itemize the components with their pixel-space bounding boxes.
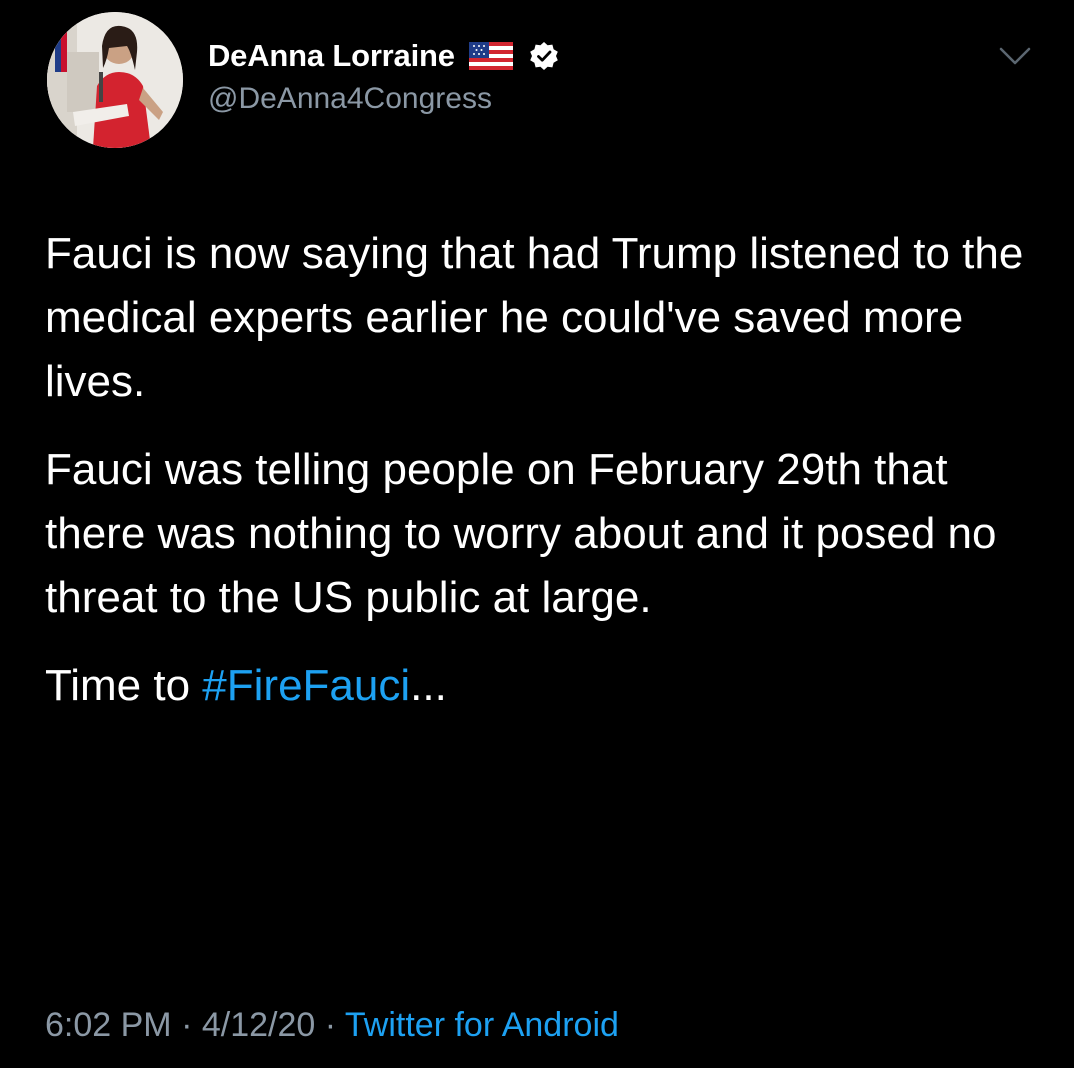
verified-badge-icon (529, 41, 559, 71)
tweet-date[interactable]: 4/12/20 (202, 1006, 315, 1044)
tweet-header: DeAnna Lorraine @DeAnna4Congress (208, 36, 559, 116)
tweet-source-link[interactable]: Twitter for Android (345, 1006, 619, 1044)
hashtag-link[interactable]: #FireFauci (202, 661, 410, 710)
meta-separator: · (315, 1006, 345, 1044)
meta-separator: · (171, 1006, 202, 1044)
avatar[interactable] (47, 12, 183, 148)
paragraph-3-prefix: Time to (45, 661, 203, 710)
chevron-down-icon[interactable] (998, 44, 1032, 68)
name-row: DeAnna Lorraine (208, 36, 559, 76)
tweet-meta: 6:02 PM · 4/12/20 · Twitter for Android (45, 1006, 619, 1045)
tweet-paragraph-3: Time to #FireFauci... (45, 654, 1045, 718)
paragraph-3-suffix: ... (410, 661, 447, 710)
tweet-time[interactable]: 6:02 PM (45, 1006, 172, 1044)
tweet-paragraph-2: Fauci was telling people on February 29t… (45, 445, 997, 622)
tweet-text: Fauci is now saying that had Trump liste… (45, 222, 1045, 742)
us-flag-icon (468, 42, 513, 70)
tweet-paragraph-1: Fauci is now saying that had Trump liste… (45, 229, 1024, 406)
tweet-card: DeAnna Lorraine @DeAnna4Congress Fauci i… (0, 0, 1074, 1068)
user-handle[interactable]: @DeAnna4Congress (208, 82, 559, 116)
display-name[interactable]: DeAnna Lorraine (208, 38, 455, 74)
